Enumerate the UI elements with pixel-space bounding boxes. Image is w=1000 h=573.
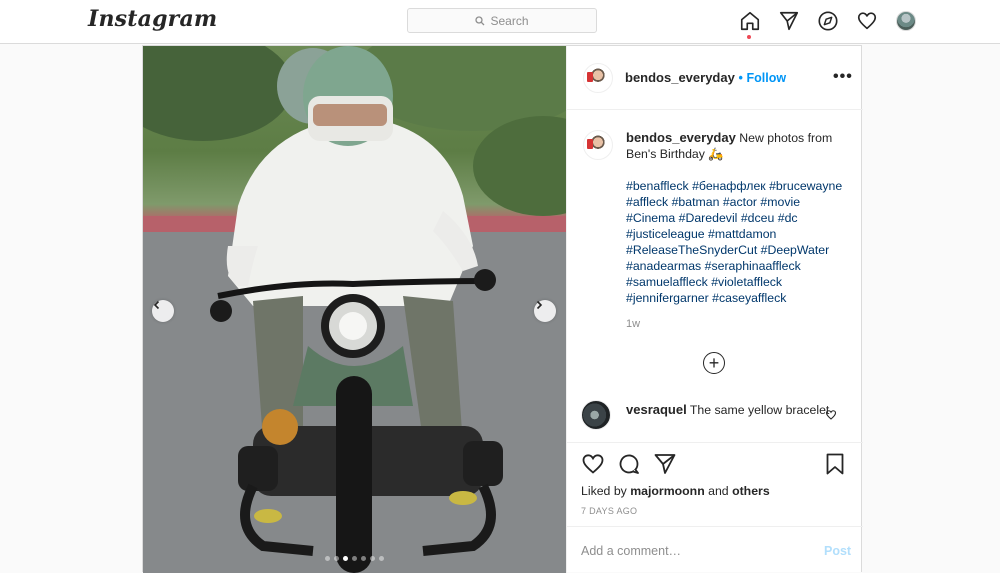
caption-timestamp[interactable]: 1w bbox=[626, 318, 640, 330]
chevron-left-icon bbox=[153, 300, 160, 310]
caption-author-avatar[interactable] bbox=[583, 130, 613, 160]
post-header: bendos_everyday • Follow ••• bbox=[567, 46, 863, 110]
carousel-dot bbox=[352, 556, 357, 561]
comments-section: bendos_everyday New photos from Ben's Bi… bbox=[567, 110, 863, 443]
share-icon[interactable] bbox=[653, 452, 677, 481]
carousel-dot bbox=[343, 556, 348, 561]
follow-separator: • bbox=[738, 71, 743, 85]
carousel-dot bbox=[370, 556, 375, 561]
search-placeholder: Search bbox=[490, 13, 529, 28]
like-icon[interactable] bbox=[581, 452, 605, 481]
comment-username[interactable]: vesraquel bbox=[626, 402, 687, 417]
carousel-dot bbox=[325, 556, 330, 561]
carousel-dot bbox=[361, 556, 366, 561]
profile-avatar[interactable] bbox=[894, 9, 918, 33]
home-icon[interactable] bbox=[738, 9, 762, 39]
activity-heart-icon[interactable] bbox=[855, 9, 879, 33]
direct-icon[interactable] bbox=[777, 9, 801, 33]
post-caption: bendos_everyday New photos from Ben's Bi… bbox=[626, 130, 848, 306]
comment-text: The same yellow bracelet bbox=[689, 403, 830, 417]
follow-button[interactable]: Follow bbox=[746, 71, 786, 85]
carousel-dot bbox=[379, 556, 384, 561]
instagram-logo[interactable]: Instagram bbox=[88, 6, 217, 32]
load-more-comments-button[interactable]: + bbox=[703, 352, 725, 374]
search-input[interactable]: Search bbox=[407, 8, 597, 33]
post-sidebar: bendos_everyday • Follow ••• bendos_ever… bbox=[566, 46, 863, 573]
liked-by-others-link[interactable]: others bbox=[732, 484, 770, 498]
post-card: bendos_everyday • Follow ••• bendos_ever… bbox=[142, 45, 863, 573]
more-options-icon[interactable]: ••• bbox=[833, 68, 853, 86]
post-comment-button[interactable]: Post bbox=[824, 544, 851, 558]
commenter-avatar[interactable] bbox=[581, 400, 611, 430]
photo-illustration bbox=[143, 46, 566, 573]
carousel-dot bbox=[334, 556, 339, 561]
liked-by-summary: Liked by majormoonn and others bbox=[581, 484, 770, 498]
chevron-right-icon bbox=[536, 300, 543, 310]
caption-author-username[interactable]: bendos_everyday bbox=[626, 130, 736, 145]
post-date[interactable]: 7 DAYS AGO bbox=[581, 506, 637, 516]
carousel-prev-button[interactable] bbox=[152, 300, 174, 322]
carousel-next-button[interactable] bbox=[534, 300, 556, 322]
search-icon bbox=[475, 15, 485, 25]
post-actions bbox=[581, 452, 851, 478]
liked-by-and: and bbox=[708, 484, 729, 498]
liked-by-user[interactable]: majormoonn bbox=[630, 484, 704, 498]
carousel-dots bbox=[143, 556, 566, 561]
post-photo[interactable] bbox=[143, 46, 566, 573]
liked-by-prefix: Liked by bbox=[581, 484, 627, 498]
top-nav: Instagram Search bbox=[0, 0, 1000, 44]
comment-item: vesraquel The same yellow bracelet bbox=[626, 402, 836, 418]
add-comment-bar: Add a comment… Post bbox=[567, 526, 863, 573]
active-indicator-dot bbox=[747, 35, 751, 39]
author-username[interactable]: bendos_everyday bbox=[625, 70, 735, 85]
comment-icon[interactable] bbox=[617, 452, 641, 481]
save-bookmark-icon[interactable] bbox=[823, 452, 847, 481]
author-avatar[interactable] bbox=[583, 63, 613, 93]
comment-like-icon[interactable] bbox=[825, 408, 837, 426]
add-comment-input[interactable]: Add a comment… bbox=[581, 544, 681, 558]
explore-icon[interactable] bbox=[816, 9, 840, 33]
caption-hashtags[interactable]: #benaffleck #бенаффлек #brucewayne #affl… bbox=[626, 178, 848, 306]
